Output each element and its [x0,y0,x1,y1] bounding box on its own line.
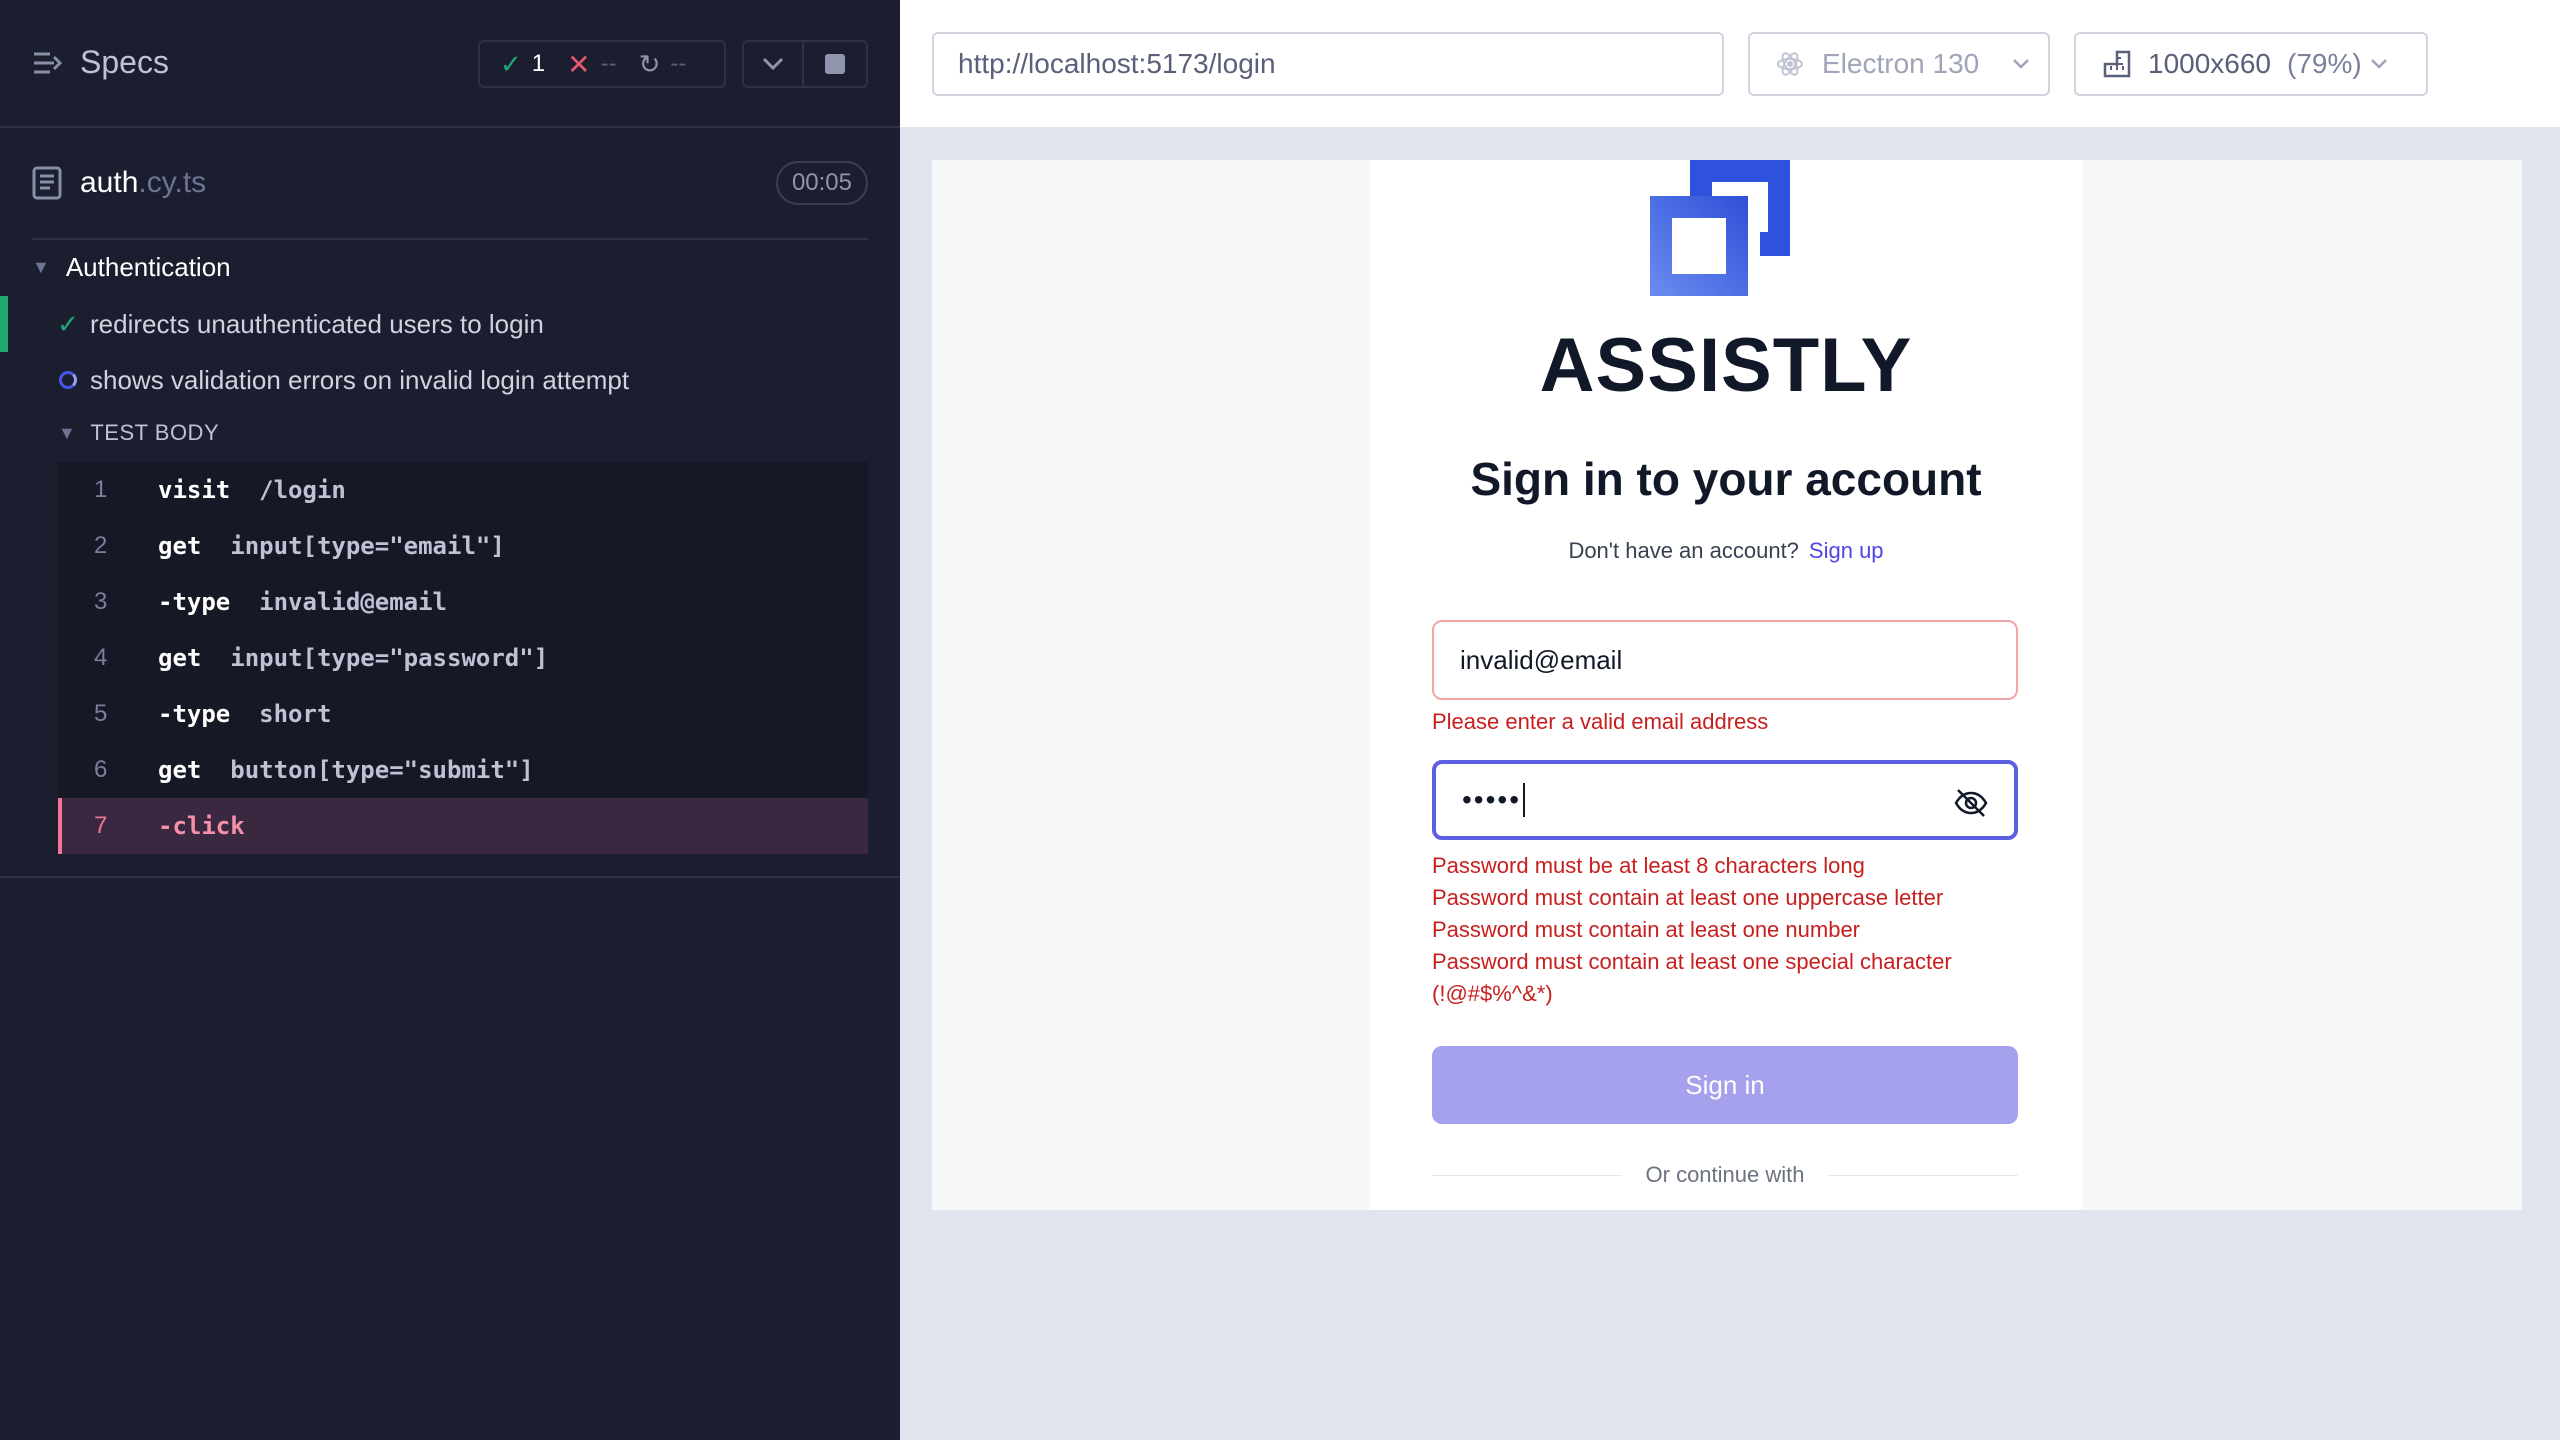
command-row[interactable]: 2 get input[type="email"] [58,518,868,574]
ruler-icon [2103,50,2131,78]
command-row[interactable]: 5 -type short [58,686,868,742]
signin-button[interactable]: Sign in [1432,1046,2018,1124]
password-error-list: Password must be at least 8 characters l… [1432,850,2032,1010]
electron-icon [1777,52,1803,76]
auto-scroll-button[interactable] [742,40,804,88]
chevron-down-icon [2370,59,2387,69]
test-item[interactable]: ✓ redirects unauthenticated users to log… [0,296,900,352]
chevron-down-icon [762,57,784,71]
pending-icon: ↻ [638,48,661,79]
signup-link[interactable]: Sign up [1809,538,1884,563]
stop-button[interactable] [802,40,868,88]
spec-file-row: auth .cy.ts 00:05 [0,128,900,240]
test-title: redirects unauthenticated users to login [90,308,544,339]
password-error: Password must contain at least one speci… [1432,949,1952,974]
chevron-down-icon [2013,59,2029,69]
command-row[interactable]: 6 get button[type="submit"] [58,742,868,798]
check-icon: ✓ [57,308,79,339]
url-text: http://localhost:5173/login [958,48,1276,79]
passed-count: ✓ 1 [500,48,546,79]
specs-list-icon [34,52,62,73]
browser-selector[interactable]: Electron 130 [1748,32,2050,96]
passed-indicator [0,296,8,352]
app-under-test-frame: ASSISTLY Sign in to your account Don't h… [932,160,2522,1210]
specs-toggle[interactable]: Specs [32,44,169,81]
spec-file-name[interactable]: auth [80,166,138,200]
eye-off-icon[interactable] [1954,788,1988,818]
viewport-size: 1000x660 [2148,48,2272,79]
test-body-header[interactable]: ▼ TEST BODY [58,420,219,446]
document-icon [32,166,62,200]
password-error: Password must contain at least one numbe… [1432,917,1861,942]
test-stats: ✓ 1 ✕ -- ↻ -- [478,40,726,88]
browser-name: Electron 130 [1822,48,1980,79]
viewport-scale: (79%) [2287,48,2362,79]
password-error: Password must be at least 8 characters l… [1432,853,1865,878]
command-log: 1 visit /login 2 get input[type="email"]… [58,462,868,854]
running-icon [56,365,80,396]
suite-authentication[interactable]: ▼ Authentication [32,252,231,283]
password-error: Password must contain at least one upper… [1432,885,1944,910]
pending-count: ↻ -- [638,48,687,79]
stop-icon [825,54,845,74]
test-item[interactable]: shows validation errors on invalid login… [0,352,900,408]
failed-count: ✕ -- [567,48,617,80]
assistly-logo-icon [1650,160,1790,296]
command-row-active[interactable]: 7 -click [58,798,868,854]
signup-prompt: Don't have an account? Sign up [1568,538,1884,563]
email-error: Please enter a valid email address [1432,709,1769,734]
viewport-selector[interactable]: 1000x660 (79%) [2074,32,2428,96]
brand-name: ASSISTLY [1539,323,1913,408]
reporter-header: Specs ✓ 1 ✕ -- ↻ -- [0,0,900,128]
page-title: Sign in to your account [1470,453,1982,505]
specs-title: Specs [80,44,169,80]
divider [0,876,900,878]
command-row[interactable]: 1 visit /login [58,462,868,518]
command-row[interactable]: 4 get input[type="password"] [58,630,868,686]
command-row[interactable]: 3 -type invalid@email [58,574,868,630]
chevron-down-icon: ▼ [58,422,77,443]
login-card: ASSISTLY Sign in to your account Don't h… [1370,160,2082,1210]
duration-badge: 00:05 [775,161,868,205]
password-error: (!@#$%^&*) [1432,981,1553,1006]
chevron-down-icon: ▼ [32,257,50,277]
aut-header: http://localhost:5173/login Electron 130… [900,0,2560,128]
test-title: shows validation errors on invalid login… [90,364,630,395]
password-field[interactable]: ••••• [1432,760,2018,840]
email-field[interactable]: invalid@email [1432,620,2018,700]
check-icon: ✓ [500,48,522,79]
reporter-panel: Specs ✓ 1 ✕ -- ↻ -- auth .cy.ts 00:05 ▼ … [0,0,900,1440]
url-bar[interactable]: http://localhost:5173/login [932,32,1724,96]
spec-file-ext: .cy.ts [138,166,207,199]
x-icon: ✕ [567,48,591,80]
suite-title: Authentication [65,252,231,282]
or-divider: Or continue with [1432,1160,2018,1190]
